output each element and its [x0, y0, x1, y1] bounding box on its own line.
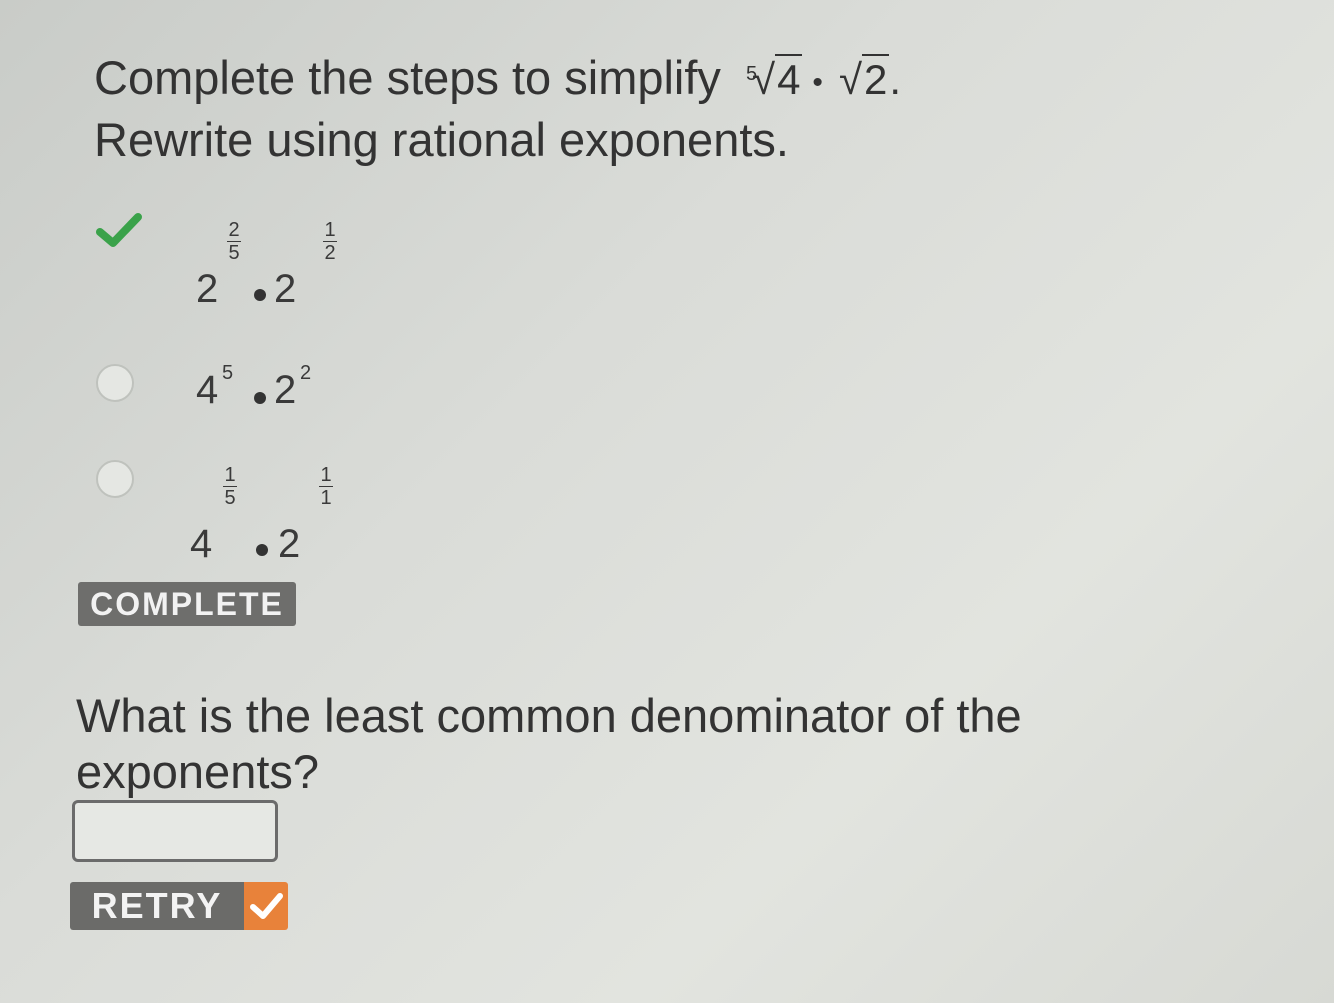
answer-input[interactable]	[72, 800, 278, 862]
checkmark-icon	[96, 213, 142, 247]
multiply-operator: •	[812, 65, 823, 99]
radicand-2: 2	[862, 54, 890, 103]
option-c[interactable]: 4 1 5 2 1 1	[190, 460, 390, 570]
radicand-1: 4	[775, 54, 803, 103]
retry-status	[244, 882, 288, 930]
question-prompt: Complete the steps to simplify 5 √4 • √2.	[94, 50, 901, 111]
option-a-exponent-1: 2 5	[224, 219, 244, 264]
option-a-base-2: 2	[274, 267, 297, 311]
option-a-exp2-numerator: 1	[324, 219, 336, 241]
retry-button[interactable]: RETRY	[70, 882, 244, 930]
question-instruction: Rewrite using rational exponents.	[94, 113, 789, 166]
option-a-exp1-numerator: 2	[228, 219, 240, 241]
option-b-exponent-2: 2	[300, 362, 312, 384]
expression-period: .	[889, 56, 902, 103]
option-a-base-1: 2	[196, 267, 219, 311]
option-a-exponent-2: 1 2	[320, 219, 340, 264]
option-a[interactable]: 2 2 5 2 1 2	[196, 215, 396, 315]
screen: Complete the steps to simplify 5 √4 • √2. …	[0, 0, 1334, 1003]
multiply-dot	[254, 289, 266, 301]
radical-sign-2: √	[838, 56, 862, 103]
root-index: 5	[746, 63, 758, 85]
option-a-exp2-denominator: 2	[324, 242, 336, 264]
option-b-base-1: 4	[196, 368, 219, 412]
option-c-exp1-denominator: 5	[224, 487, 236, 509]
option-c-exponent-2: 1 1	[316, 464, 336, 509]
multiply-dot	[254, 392, 266, 404]
option-b-exponent-1: 5	[222, 362, 234, 384]
option-c-base-1: 4	[190, 522, 213, 566]
radio-option-c[interactable]	[96, 460, 134, 498]
option-c-base-2: 2	[278, 522, 301, 566]
check-icon	[250, 893, 283, 919]
option-b[interactable]: 4 5 2 2	[196, 362, 396, 422]
status-badge: COMPLETE	[78, 582, 296, 626]
question-prompt-text: Complete the steps to simplify	[94, 51, 721, 104]
option-b-base-2: 2	[274, 368, 297, 412]
option-a-exp1-denominator: 5	[228, 242, 240, 264]
radio-option-b[interactable]	[96, 364, 134, 402]
option-c-exp2-denominator: 1	[320, 487, 332, 509]
option-c-exponent-1: 1 5	[220, 464, 240, 509]
option-c-exp1-numerator: 1	[224, 464, 236, 486]
option-c-exp2-numerator: 1	[320, 464, 332, 486]
radical-expression: 5 √4 • √2.	[746, 52, 901, 111]
question-2-text: What is the least common denominator of …	[76, 689, 1022, 798]
multiply-dot	[256, 544, 268, 556]
